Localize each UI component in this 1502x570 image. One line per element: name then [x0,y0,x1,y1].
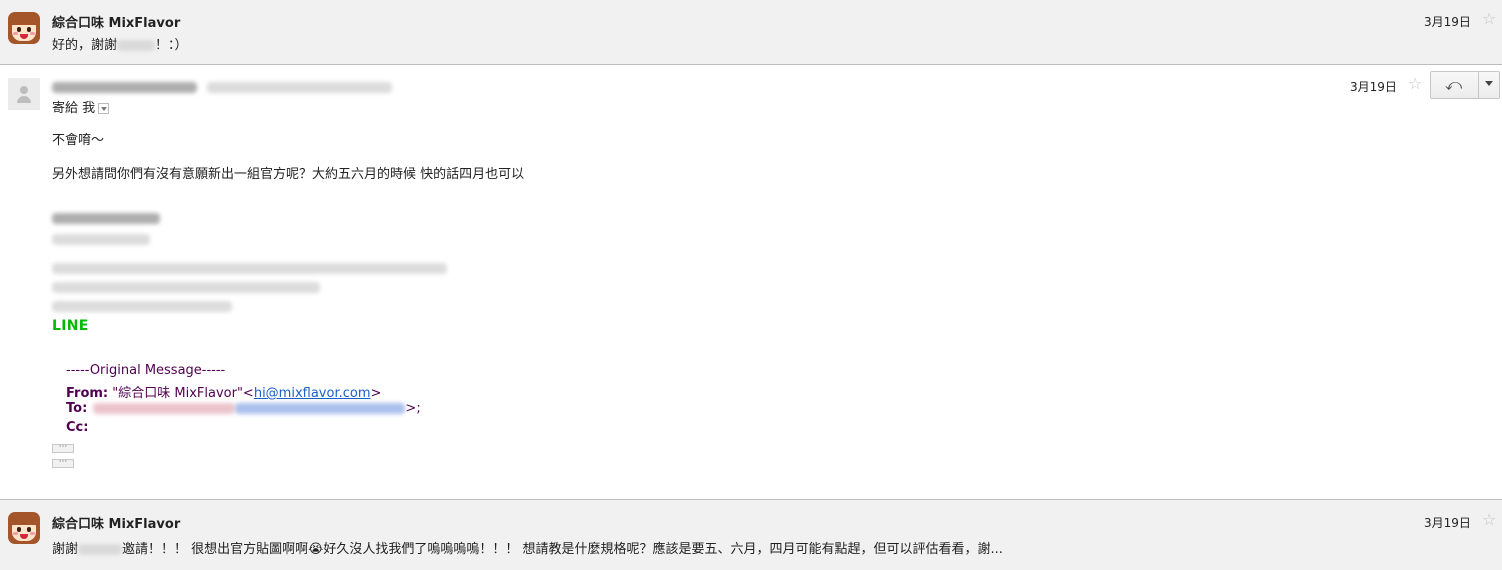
sender-header-redacted [52,80,393,95]
snippet-text: 謝謝 [52,542,79,557]
to-value: 我 [82,101,96,116]
star-icon[interactable]: ☆ [1408,76,1422,92]
from-end: > [370,386,382,401]
recipient-details-dropdown-icon[interactable] [98,103,110,114]
message-date: 3月19日 [1424,516,1471,530]
cc-label: Cc: [66,420,89,435]
original-message-header: -----Original Message----- [66,363,226,378]
original-from-line: From: "綜合口味 MixFlavor"<hi@mixflavor.com> [66,382,381,401]
redacted-name [78,544,123,555]
original-cc-line: Cc: [66,420,88,435]
message-date: 3月19日 [1350,80,1397,94]
show-trimmed-content-button-2[interactable]: ··· [52,458,74,468]
recipient-line: 寄給 我 [52,97,110,116]
body-line-2: 另外想請問你們有沒有意願新出一組官方呢？大約五六月的時候 快的話四月也可以 [52,167,525,182]
sender-name: 綜合口味 MixFlavor [52,16,181,31]
from-name: "綜合口味 MixFlavor"< [108,386,254,401]
message-date: 3月19日 [1424,15,1471,29]
message-expanded: 寄給 我 3月19日 ☆ ⤺ 不會唷～ 另外想請問你們有沒有意願新出一組官方呢？… [0,66,1502,498]
to-label: To: [66,401,88,416]
redacted-recipient-name [93,403,236,414]
message-snippet: 好的，謝謝 ！：） [52,34,188,53]
signature-redacted [52,211,447,314]
redacted-name [117,40,156,51]
more-options-chevron-down-icon[interactable] [1485,81,1493,86]
default-avatar-icon [8,78,40,110]
show-trimmed-content-button[interactable]: ··· [52,443,74,453]
message-collapsed-1[interactable]: 綜合口味 MixFlavor 好的，謝謝 ！：） 3月19日 ☆ [0,0,1502,65]
star-icon[interactable]: ☆ [1482,512,1496,528]
to-end: >; [405,401,421,416]
to-label: 寄給 [52,101,79,116]
redacted-recipient-email [235,403,406,414]
body-line-1: 不會唷～ [52,133,105,148]
snippet-text: 好的，謝謝 [52,38,118,53]
star-icon[interactable]: ☆ [1482,11,1496,27]
sender-name: 綜合口味 MixFlavor [52,517,181,532]
from-label: From: [66,386,109,401]
from-email-link[interactable]: hi@mixflavor.com [254,386,371,401]
reply-button-group: ⤺ [1430,71,1500,99]
original-to-line: To: >; [66,401,421,416]
message-collapsed-3[interactable]: 綜合口味 MixFlavor 謝謝 邀請！！！ 很想出官方貼圖啊啊😭好久沒人找我們… [0,499,1502,570]
reply-icon[interactable]: ⤺ [1445,77,1462,93]
snippet-text-end: ！：） [155,38,188,53]
message-snippet: 謝謝 邀請！！！ 很想出官方貼圖啊啊😭好久沒人找我們了嗚嗚嗚嗚！！！ 想請教是什麼… [52,538,1003,557]
sender-avatar [8,12,40,44]
snippet-text-end: 邀請！！！ 很想出官方貼圖啊啊😭好久沒人找我們了嗚嗚嗚嗚！！！ 想請教是什麼規格… [122,542,1003,557]
line-logo: LINE [52,318,89,334]
sender-avatar [8,512,40,544]
